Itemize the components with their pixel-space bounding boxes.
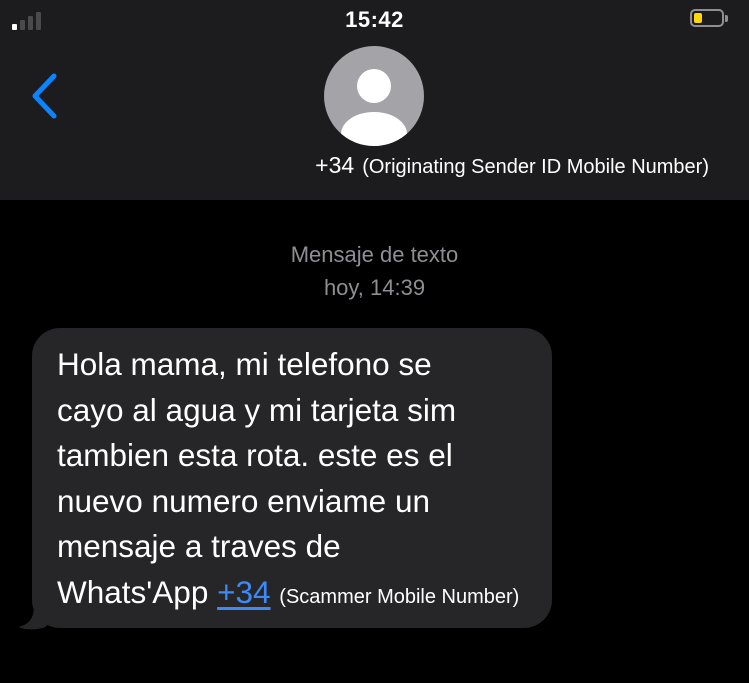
message-last-line: Whats'App +34 (Scammer Mobile Number) [57,570,528,621]
contact-avatar[interactable] [324,46,424,146]
person-silhouette-icon [341,69,407,146]
message-bubble[interactable]: Hola mama, mi telefono se cayo al agua y… [32,328,552,628]
link-annotation: (Scammer Mobile Number) [279,585,520,608]
phone-number-link[interactable]: +34 [217,574,270,610]
contact-note: (Originating Sender ID Mobile Number) [362,156,709,178]
back-button[interactable] [22,68,66,124]
contact-number: +34 [315,152,355,178]
message-line: mensaje a traves de [57,528,341,564]
message-text-tail: Whats'App [57,573,218,610]
conversation-header: 15:42 +34 (Originating Sender ID Mobile … [0,0,749,200]
message-timestamp: hoy, 14:39 [323,275,426,300]
battery-icon [690,9,730,29]
chevron-left-icon [32,73,57,119]
thread-label: Mensaje de texto [290,242,459,267]
message-line: Hola mama, mi telefono se [57,346,432,382]
message-line: tambien esta rota. este es el [57,437,453,473]
thread-meta: Mensaje de texto hoy, 14:39 [0,238,749,304]
message-line: nuevo numero enviame un [57,482,430,519]
contact-name[interactable]: +34 (Originating Sender ID Mobile Number… [0,152,749,179]
message-line: cayo al agua y mi tarjeta sim [57,391,457,428]
status-time: 15:42 [345,7,404,32]
